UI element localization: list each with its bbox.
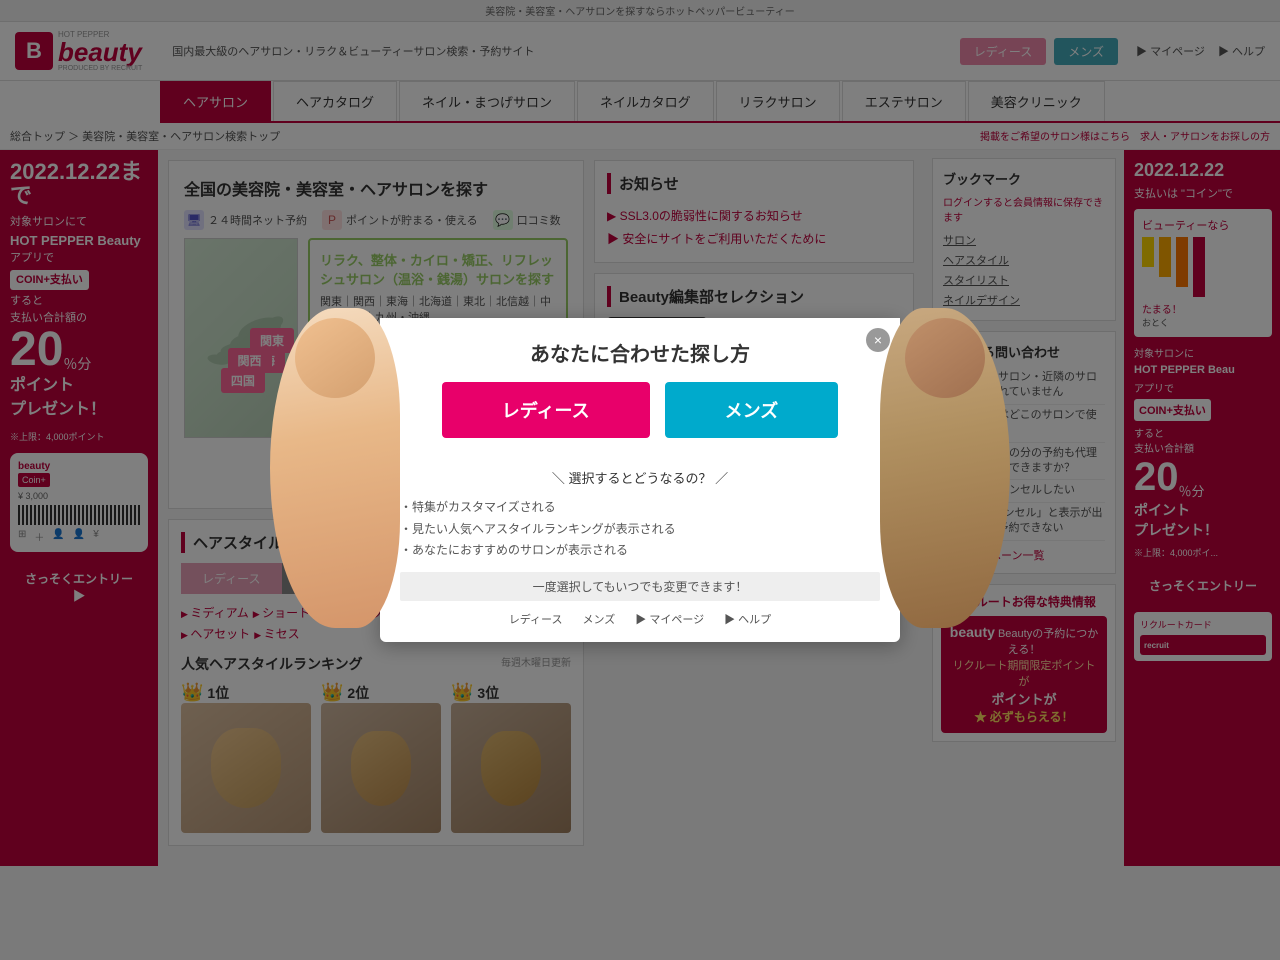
modal-buttons: レディース メンズ (400, 382, 880, 438)
modal-feature-3: ・あなたにおすすめのサロンが表示される (400, 540, 880, 562)
modal-header: あなたに合わせた探し方 レディース メンズ (380, 318, 900, 458)
modal-footer-mypage[interactable]: ▶ マイページ (635, 611, 704, 627)
modal-left-person (270, 308, 400, 628)
modal-subtitle: ＼ 選択するとどうなるの？ ／ (400, 468, 880, 487)
modal-body: ＼ 選択するとどうなるの？ ／ ・特集がカスタマイズされる ・見たい人気ヘアスタ… (380, 458, 900, 642)
modal-once-text: 一度選択してもいつでも変更できます！ (400, 572, 880, 601)
modal-close-button[interactable]: × (866, 328, 890, 352)
modal-mens-button[interactable]: メンズ (665, 382, 839, 438)
modal-footer-mens[interactable]: メンズ (583, 611, 616, 627)
modal-overlay: × あなたに合わせた探し方 レディース メンズ ＼ 選択するとどうなるの？ ／ … (0, 0, 1280, 960)
modal-feature-1: ・特集がカスタマイズされる (400, 497, 880, 519)
modal-footer-ladies[interactable]: レディース (509, 611, 563, 627)
modal-title: あなたに合わせた探し方 (400, 338, 880, 367)
modal-description: ・特集がカスタマイズされる ・見たい人気ヘアスタイルランキングが表示される ・あ… (400, 497, 880, 562)
modal-dialog: × あなたに合わせた探し方 レディース メンズ ＼ 選択するとどうなるの？ ／ … (380, 318, 900, 642)
modal-right-person (880, 308, 1010, 628)
modal-ladies-button[interactable]: レディース (442, 382, 650, 438)
modal-footer: レディース メンズ ▶ マイページ ▶ ヘルプ (400, 611, 880, 627)
modal-feature-2: ・見たい人気ヘアスタイルランキングが表示される (400, 519, 880, 541)
modal-footer-help[interactable]: ▶ ヘルプ (724, 611, 771, 627)
